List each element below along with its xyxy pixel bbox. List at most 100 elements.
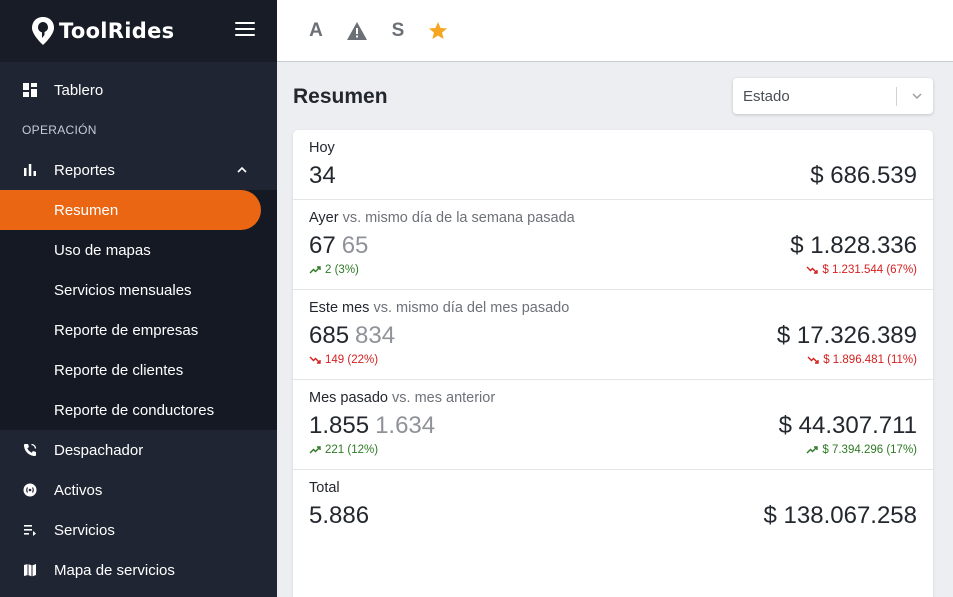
select-divider — [896, 87, 897, 106]
current-count: 685 — [309, 322, 350, 349]
comparison-label: vs. mes anterior — [392, 390, 496, 406]
period-label: Este mes — [309, 300, 370, 316]
trending-up-icon — [806, 446, 819, 454]
sidebar-item-reportes[interactable]: Reportes — [0, 150, 277, 190]
chevron-up-icon — [237, 166, 247, 173]
revenue-amount: $ 138.067.258 — [763, 502, 917, 529]
radio-icon — [23, 483, 37, 497]
sidebar-subitem-uso-de-mapas[interactable]: Uso de mapas — [0, 230, 277, 270]
period-label: Ayer — [309, 210, 339, 226]
revenue-amount: $ 1.828.336 — [790, 232, 917, 259]
brand-name: ToolRides — [59, 19, 175, 43]
subitem-label: Reporte de conductores — [54, 401, 215, 419]
trending-down-icon — [807, 356, 819, 364]
delta-value: 221 (12%) — [325, 444, 379, 456]
services-count: 1.855 1.634 — [309, 412, 435, 440]
sidebar-subitem-servicios-mensuales[interactable]: Servicios mensuales — [0, 270, 277, 310]
summary-row-yesterday: Ayer vs. mismo día de la semana pasada 6… — [293, 200, 933, 290]
letter-a-icon[interactable]: A — [305, 20, 327, 42]
services-count: 5.886 — [309, 502, 370, 529]
previous-count: 1.634 — [375, 412, 436, 439]
delta-value: 149 (22%) — [325, 354, 379, 366]
row-label: Total — [309, 480, 340, 496]
page-title: Resumen — [293, 85, 388, 108]
revenue-amount: $ 686.539 — [810, 162, 917, 189]
delta-value: $ 1.896.481 (11%) — [823, 354, 917, 366]
comparison-label: vs. mismo día del mes pasado — [373, 300, 570, 316]
delta-value: $ 7.394.296 (17%) — [822, 444, 917, 456]
summary-row-this-month: Este mes vs. mismo día del mes pasado 68… — [293, 290, 933, 380]
summary-row-total: Total 5.886 $ 138.067.258 — [293, 470, 933, 550]
summary-row-today: Hoy 34 $ 686.539 — [293, 130, 933, 200]
main-content: Resumen Estado Hoy 34 $ 686.539 Ayer vs.… — [277, 63, 953, 597]
sidebar-subitem-resumen[interactable]: Resumen — [0, 190, 261, 230]
sidebar-item-despachador[interactable]: Despachador — [0, 430, 277, 470]
trending-down-icon — [309, 356, 321, 364]
sidebar-subitem-reporte-clientes[interactable]: Reporte de clientes — [0, 350, 277, 390]
subitem-label: Resumen — [54, 201, 119, 219]
trending-up-icon — [309, 266, 321, 274]
delta-value: $ 1.231.544 (67%) — [822, 264, 917, 276]
row-label: Ayer vs. mismo día de la semana pasada — [309, 210, 575, 226]
estado-select[interactable]: Estado — [733, 78, 933, 114]
previous-count: 65 — [341, 232, 369, 259]
location-pin-icon — [32, 17, 54, 45]
subitem-label: Servicios mensuales — [54, 281, 192, 299]
dashboard-icon — [23, 83, 37, 97]
warning-icon[interactable] — [346, 21, 368, 41]
chevron-down-icon[interactable] — [911, 90, 923, 102]
amount-delta: $ 1.896.481 (11%) — [807, 354, 917, 366]
map-icon — [24, 564, 36, 577]
current-count: 67 — [309, 232, 336, 259]
comparison-label: vs. mismo día de la semana pasada — [342, 210, 575, 226]
current-count: 1.855 — [309, 412, 370, 439]
period-label: Mes pasado — [309, 390, 388, 406]
sidebar-item-label: Mapa de servicios — [54, 561, 175, 579]
topbar: A S — [277, 0, 953, 62]
row-label: Este mes vs. mismo día del mes pasado — [309, 300, 569, 316]
previous-count: 834 — [355, 322, 396, 349]
sidebar-item-mapa-de-servicios[interactable]: Mapa de servicios — [0, 550, 277, 590]
subitem-label: Uso de mapas — [54, 241, 151, 259]
services-count: 685 834 — [309, 322, 395, 350]
services-count: 34 — [309, 162, 336, 189]
list-icon — [24, 525, 36, 536]
main-nav: Tablero OPERACIÓN Reportes Resumen Uso d… — [0, 62, 277, 590]
delta-value: 2 (3%) — [325, 264, 359, 276]
count-delta: 149 (22%) — [309, 354, 378, 366]
bar-chart-icon — [24, 164, 36, 176]
amount-delta: $ 1.231.544 (67%) — [806, 264, 917, 276]
sidebar: ToolRides Tablero OPERACIÓN Reportes Res… — [0, 0, 277, 597]
revenue-amount: $ 17.326.389 — [776, 322, 917, 349]
sidebar-item-label: Reportes — [54, 161, 115, 179]
sidebar-item-tablero[interactable]: Tablero — [0, 70, 277, 110]
star-icon[interactable] — [428, 21, 450, 41]
sidebar-item-label: Activos — [54, 481, 103, 499]
section-label-operacion: OPERACIÓN — [22, 123, 97, 137]
row-label: Hoy — [309, 140, 335, 156]
sidebar-item-label: Despachador — [54, 441, 144, 459]
trending-down-icon — [806, 266, 819, 274]
letter-s-icon[interactable]: S — [387, 20, 409, 42]
services-count: 67 65 — [309, 232, 368, 260]
amount-delta: $ 7.394.296 (17%) — [806, 444, 917, 456]
sidebar-subitem-reporte-conductores[interactable]: Reporte de conductores — [0, 390, 277, 430]
period-label: Total — [309, 480, 340, 496]
sidebar-item-label: Servicios — [54, 521, 115, 539]
sidebar-item-activos[interactable]: Activos — [0, 470, 277, 510]
subitem-label: Reporte de clientes — [54, 361, 184, 379]
summary-row-last-month: Mes pasado vs. mes anterior 1.855 1.634 $… — [293, 380, 933, 470]
brand-header: ToolRides — [0, 0, 277, 62]
period-label: Hoy — [309, 140, 335, 156]
trending-up-icon — [309, 446, 321, 454]
phone-icon — [24, 443, 37, 456]
row-label: Mes pasado vs. mes anterior — [309, 390, 495, 406]
subitem-label: Reporte de empresas — [54, 321, 199, 339]
menu-icon[interactable] — [235, 22, 255, 38]
sidebar-subitem-reporte-empresas[interactable]: Reporte de empresas — [0, 310, 277, 350]
sidebar-item-servicios[interactable]: Servicios — [0, 510, 277, 550]
count-delta: 221 (12%) — [309, 444, 378, 456]
reportes-submenu: Resumen Uso de mapas Servicios mensuales… — [0, 190, 277, 430]
summary-card: Hoy 34 $ 686.539 Ayer vs. mismo día de l… — [293, 130, 933, 597]
revenue-amount: $ 44.307.711 — [778, 412, 917, 439]
